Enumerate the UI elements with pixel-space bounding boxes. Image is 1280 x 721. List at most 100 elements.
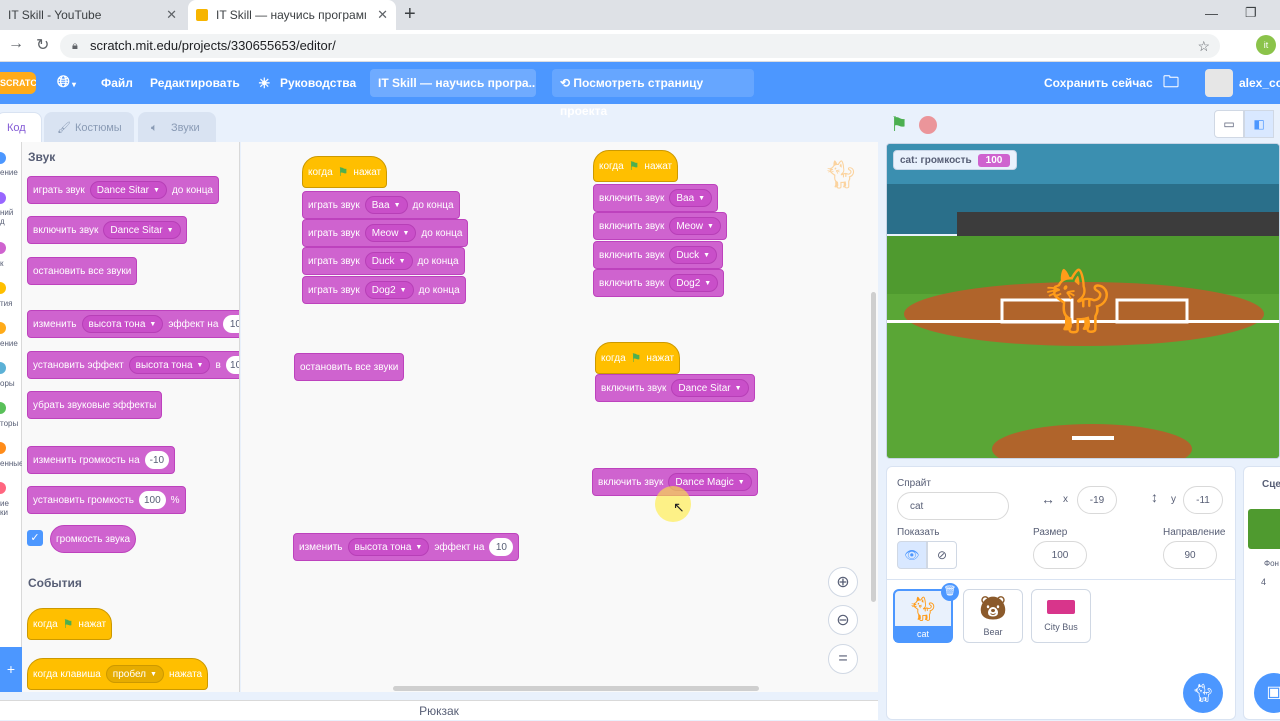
category-dot[interactable] xyxy=(0,322,6,334)
sound-dropdown[interactable]: Baa ▼ xyxy=(364,196,408,214)
url-input[interactable]: 🔒︎ scratch.mit.edu/projects/330655653/ed… xyxy=(60,34,1220,58)
category-dot[interactable] xyxy=(0,152,6,164)
number-input[interactable]: -10 xyxy=(144,451,170,469)
username[interactable]: alex_co xyxy=(1239,62,1280,104)
new-tab-button[interactable]: + xyxy=(404,3,416,26)
cat-sprite-icon[interactable]: 🐈︎ xyxy=(1037,264,1118,339)
sound-dropdown[interactable]: Dance Sitar ▼ xyxy=(671,379,749,397)
block-start-sound[interactable]: включить звук Meow ▼ xyxy=(593,212,727,240)
stop-icon[interactable] xyxy=(919,116,937,134)
horizontal-scrollbar[interactable] xyxy=(393,686,759,691)
size-input[interactable]: 100 xyxy=(1033,541,1087,569)
zoom-in-button[interactable]: ⊕ xyxy=(828,567,858,597)
block-play-sound-until-done[interactable]: играть звук Dance Sitar ▼ до конца xyxy=(27,176,219,204)
block-change-effect[interactable]: изменить высота тона ▼ эффект на 10 xyxy=(27,310,239,338)
menu-file[interactable]: Файл xyxy=(101,62,133,104)
sound-dropdown[interactable]: Dog2 ▼ xyxy=(669,274,719,292)
forward-icon[interactable]: → xyxy=(8,35,24,53)
block-play-sound-until-done[interactable]: играть звук Duck ▼ до конца xyxy=(302,247,465,275)
block-set-volume[interactable]: установить громкость 100 % xyxy=(27,486,186,514)
number-input[interactable]: 100 xyxy=(225,356,239,374)
block-start-sound[interactable]: включить звук Dog2 ▼ xyxy=(593,269,725,297)
close-icon[interactable]: ✕ xyxy=(377,7,388,23)
menu-tutorials[interactable]: Руководства xyxy=(280,62,356,104)
sound-dropdown[interactable]: Baa ▼ xyxy=(669,189,713,207)
block-when-flag-clicked[interactable]: когда ⚑ нажат xyxy=(593,150,679,182)
block-change-effect[interactable]: изменить высота тона ▼ эффект на 10 xyxy=(293,533,520,561)
number-input[interactable]: 10 xyxy=(489,538,514,556)
block-stop-all-sounds[interactable]: остановить все звуки xyxy=(294,353,405,381)
sound-dropdown[interactable]: Duck ▼ xyxy=(669,246,718,264)
maximize-icon[interactable]: ❐ xyxy=(1245,5,1257,21)
block-change-volume[interactable]: изменить громкость на -10 xyxy=(27,446,176,474)
block-play-sound-until-done[interactable]: играть звук Meow ▼ до конца xyxy=(302,219,469,247)
category-dot[interactable] xyxy=(0,482,6,494)
zoom-reset-button[interactable]: = xyxy=(828,644,858,674)
category-dot[interactable] xyxy=(0,282,6,294)
block-clear-effects[interactable]: убрать звуковые эффекты xyxy=(27,391,163,419)
block-start-sound[interactable]: включить звук Dance Sitar ▼ xyxy=(595,374,755,402)
globe-icon[interactable]: 🌐︎ ▾ xyxy=(57,62,76,104)
browser-tab-scratch[interactable]: IT Skill — научись программир ✕ xyxy=(188,0,396,30)
stage-selector-panel[interactable]: Сцен Фон 4 ▣ xyxy=(1243,466,1280,720)
add-extension-button[interactable]: + xyxy=(0,647,22,692)
save-now-button[interactable]: Сохранить сейчас xyxy=(1044,62,1153,104)
tab-sounds[interactable]: 🔈︎ Звуки xyxy=(138,112,216,142)
backdrop-thumb[interactable] xyxy=(1248,509,1280,549)
effect-dropdown[interactable]: высота тона ▼ xyxy=(81,315,164,333)
scratch-logo[interactable]: SCRATCH xyxy=(0,72,36,94)
extension-icon[interactable]: it xyxy=(1256,35,1276,55)
category-dot[interactable] xyxy=(0,192,6,204)
stage-canvas[interactable]: 🐈︎ cat: громкость 100 xyxy=(886,143,1280,459)
block-when-flag-clicked[interactable]: когда ⚑ нажат xyxy=(27,608,113,640)
y-input[interactable]: -11 xyxy=(1183,486,1223,514)
lightbulb-icon[interactable]: ☀ xyxy=(258,62,271,104)
block-play-sound-until-done[interactable]: играть звук Dog2 ▼ до конца xyxy=(302,276,466,304)
add-backdrop-button[interactable]: ▣ xyxy=(1254,673,1280,713)
sound-dropdown[interactable]: Duck ▼ xyxy=(364,252,413,270)
direction-input[interactable]: 90 xyxy=(1163,541,1217,569)
block-when-flag-clicked[interactable]: когда ⚑ нажат xyxy=(595,342,681,374)
category-dot[interactable] xyxy=(0,362,6,374)
block-when-key-pressed[interactable]: когда клавиша пробел ▼ нажата xyxy=(27,658,209,690)
category-dot[interactable] xyxy=(0,242,6,254)
see-project-button[interactable]: ⟲ Посмотреть страницу проекта xyxy=(552,69,754,118)
menu-edit[interactable]: Редактировать xyxy=(150,62,240,104)
reload-icon[interactable]: ↻ xyxy=(36,35,49,55)
checkbox-volume[interactable]: ✓ xyxy=(27,530,43,546)
vertical-scrollbar[interactable] xyxy=(871,292,876,602)
x-input[interactable]: -19 xyxy=(1077,486,1117,514)
block-stop-all-sounds[interactable]: остановить все звуки xyxy=(27,257,138,285)
avatar[interactable] xyxy=(1205,69,1233,97)
sound-dropdown[interactable]: Dance Sitar ▼ xyxy=(89,181,167,199)
sprite-thumb-bear[interactable]: 🐻︎ Bear xyxy=(963,589,1023,643)
add-sprite-button[interactable]: 🐈︎ xyxy=(1183,673,1223,713)
sound-dropdown[interactable]: Meow ▼ xyxy=(669,217,721,235)
key-dropdown[interactable]: пробел ▼ xyxy=(105,665,164,683)
block-start-sound[interactable]: включить звук Duck ▼ xyxy=(593,241,724,269)
category-dot[interactable] xyxy=(0,402,6,414)
number-input[interactable]: 10 xyxy=(223,315,239,333)
effect-dropdown[interactable]: высота тона ▼ xyxy=(128,356,211,374)
block-start-sound[interactable]: включить звук Baa ▼ xyxy=(593,184,719,212)
sprite-thumb-city-bus[interactable]: City Bus xyxy=(1031,589,1091,643)
hide-sprite-button[interactable]: ⊘ xyxy=(927,541,957,569)
green-flag-icon[interactable]: ⚑ xyxy=(890,112,908,137)
sprite-name-input[interactable]: cat xyxy=(897,492,1009,520)
number-input[interactable]: 100 xyxy=(138,491,166,509)
sound-dropdown[interactable]: Dog2 ▼ xyxy=(364,281,414,299)
block-play-sound-until-done[interactable]: играть звук Baa ▼ до конца xyxy=(302,191,460,219)
tab-code[interactable]: Код xyxy=(0,112,42,142)
normal-stage-button[interactable]: ◧ xyxy=(1244,110,1274,138)
browser-tab-youtube[interactable]: IT Skill - YouTube ✕ xyxy=(0,0,185,30)
project-title-input[interactable]: IT Skill — научись програ... xyxy=(370,69,536,97)
show-visible-button[interactable]: 👁︎ xyxy=(897,541,927,569)
block-set-effect[interactable]: установить эффект высота тона▼ в 100 xyxy=(27,351,239,379)
tab-costumes[interactable]: 🖌︎ Костюмы xyxy=(44,112,134,142)
star-icon[interactable]: ☆ xyxy=(1197,34,1210,58)
folder-icon[interactable]: 🗀 xyxy=(1163,62,1179,104)
effect-dropdown[interactable]: высота тона ▼ xyxy=(347,538,430,556)
small-stage-button[interactable]: ▭ xyxy=(1214,110,1244,138)
reporter-volume[interactable]: громкость звука xyxy=(50,525,137,553)
zoom-out-button[interactable]: ⊖ xyxy=(828,605,858,635)
